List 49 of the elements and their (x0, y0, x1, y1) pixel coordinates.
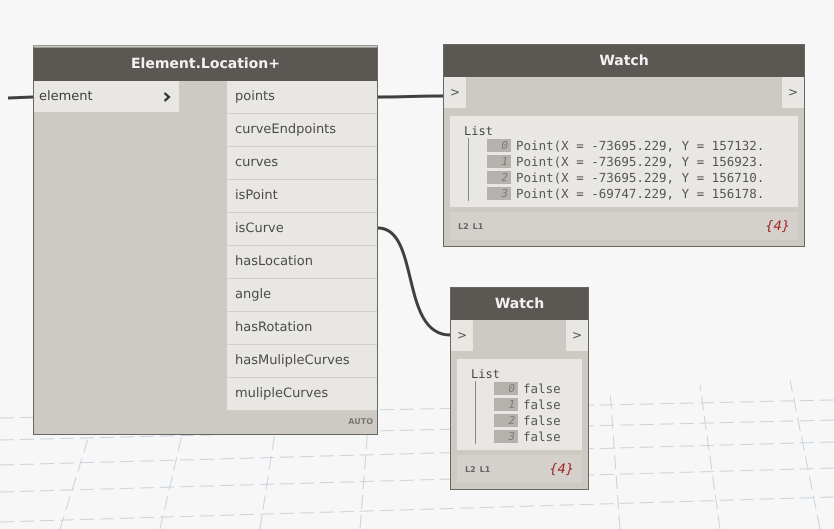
index-badge: 0 (487, 139, 511, 152)
item-count: {4} (765, 218, 790, 234)
tree-line (475, 381, 476, 444)
output-port[interactable]: isCurve (227, 213, 377, 246)
output-port[interactable]: curves (227, 147, 377, 180)
list-value: Point(X = -73695.229, Y = 157132. (516, 138, 764, 153)
output-port[interactable]: hasRotation (227, 312, 377, 345)
level-label: L1 (480, 464, 490, 474)
level-label: L1 (472, 222, 484, 230)
node-title: Element.Location+ (34, 48, 377, 81)
list-label: List (471, 367, 501, 381)
list-value: false (523, 429, 561, 444)
list-value: Point(X = -73695.229, Y = 156710. (516, 170, 764, 185)
index-badge: 3 (494, 430, 518, 443)
port[interactable]: > (566, 320, 588, 351)
node-title: Watch (444, 45, 804, 77)
level-label: L2 (465, 464, 476, 474)
list-value: false (523, 413, 561, 428)
port[interactable]: > (444, 77, 466, 108)
input-port[interactable]: element (34, 81, 179, 112)
port[interactable]: > (782, 77, 804, 108)
chevron-icon (163, 92, 171, 102)
lacing-label: AUTO (348, 417, 373, 426)
port[interactable]: > (451, 320, 473, 351)
output-port[interactable]: hasLocation (227, 246, 377, 279)
index-badge: 2 (494, 414, 518, 427)
list-value: Point(X = -73695.229, Y = 156923. (516, 154, 764, 169)
output-port[interactable]: angle (227, 279, 377, 312)
index-badge: 1 (487, 155, 511, 168)
list-value: Point(X = -69747.229, Y = 156178. (516, 186, 764, 201)
level-label: L2 (458, 222, 469, 230)
item-count: {4} (549, 462, 574, 476)
list-value: false (523, 381, 561, 396)
node-title: Watch (451, 288, 588, 320)
output-port[interactable]: curveEndpoints (227, 114, 377, 147)
tree-line (468, 138, 469, 201)
index-badge: 0 (494, 382, 518, 395)
output-port[interactable]: mulipleCurves (227, 378, 377, 411)
connector-wire (8, 96, 34, 100)
index-badge: 3 (487, 187, 511, 200)
output-port[interactable]: hasMulipleCurves (227, 345, 377, 378)
connector-wire (378, 94, 443, 98)
index-badge: 2 (487, 171, 511, 184)
list-value: false (523, 397, 561, 412)
output-port[interactable]: isPoint (227, 180, 377, 213)
output-port[interactable]: points (227, 81, 377, 114)
index-badge: 1 (494, 398, 518, 411)
port-label: element (39, 89, 93, 104)
list-label: List (464, 124, 494, 138)
